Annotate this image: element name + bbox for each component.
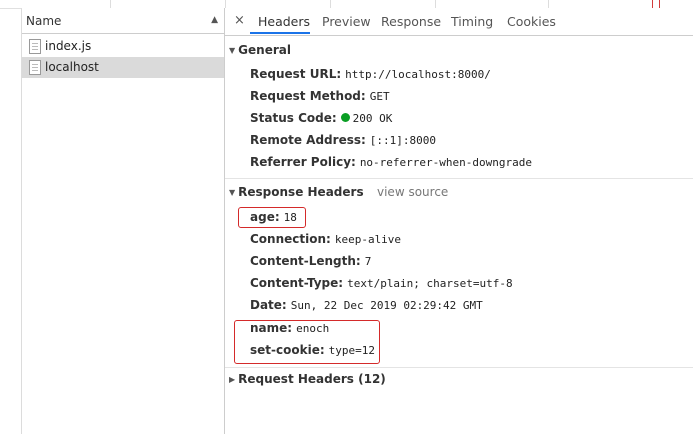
name-column-label: Name	[26, 14, 62, 28]
response-headers-title: Response Headers	[238, 185, 364, 199]
response-header-name: name: enoch	[250, 321, 329, 335]
header-value: 7	[364, 255, 372, 268]
response-header-set-cookie: set-cookie: type=12	[250, 343, 375, 357]
request-headers-title: Request Headers (12)	[238, 372, 386, 386]
tab-preview[interactable]: Preview	[322, 14, 371, 29]
header-value: 200 OK	[352, 112, 393, 125]
header-key: Request Method:	[250, 89, 366, 103]
header-key: set-cookie:	[250, 343, 325, 357]
response-headers-section-toggle[interactable]: ▼ Response Headers view source	[229, 185, 489, 199]
section-divider	[225, 367, 693, 368]
request-method-row: Request Method: GET	[250, 89, 390, 103]
request-url-row: Request URL: http://localhost:8000/	[250, 67, 491, 81]
request-headers-section-toggle[interactable]: ▶ Request Headers (12)	[229, 372, 386, 386]
response-header-date: Date: Sun, 22 Dec 2019 02:29:42 GMT	[250, 298, 483, 312]
header-key: Connection:	[250, 232, 331, 246]
header-value: [::1]:8000	[369, 134, 437, 147]
section-divider	[225, 178, 693, 179]
request-item-label: index.js	[45, 39, 92, 53]
header-key: Referrer Policy:	[250, 155, 356, 169]
remote-address-row: Remote Address: [::1]:8000	[250, 133, 436, 147]
header-value: Sun, 22 Dec 2019 02:29:42 GMT	[290, 299, 483, 312]
status-ok-icon	[340, 113, 350, 122]
view-source-link[interactable]: view source	[377, 185, 448, 199]
referrer-policy-row: Referrer Policy: no-referrer-when-downgra…	[250, 155, 532, 169]
header-value: text/plain; charset=utf-8	[347, 277, 513, 290]
header-key: Status Code:	[250, 111, 337, 125]
request-item-label: localhost	[45, 60, 99, 74]
header-key: Remote Address:	[250, 133, 366, 147]
header-key: Date:	[250, 298, 287, 312]
detail-tab-bar: × Headers Preview Response Timing Cookie…	[225, 8, 693, 36]
header-value: no-referrer-when-downgrade	[359, 156, 532, 169]
file-icon	[29, 39, 41, 54]
tab-headers[interactable]: Headers	[258, 14, 310, 29]
header-value: http://localhost:8000/	[345, 68, 491, 81]
general-section-toggle[interactable]: ▼ General	[229, 43, 291, 57]
header-key: Request URL:	[250, 67, 342, 81]
close-icon[interactable]: ×	[234, 13, 245, 28]
active-tab-indicator	[250, 32, 310, 34]
response-header-connection: Connection: keep-alive	[250, 232, 401, 246]
response-header-content-length: Content-Length: 7	[250, 254, 371, 268]
response-header-age: age: 18	[250, 210, 297, 224]
request-item-index-js[interactable]: index.js	[22, 36, 224, 57]
header-value: GET	[369, 90, 390, 103]
tab-cookies[interactable]: Cookies	[507, 14, 556, 29]
status-code-row: Status Code: 200 OK	[250, 111, 392, 125]
name-panel: Name ▲ index.js localhost	[22, 8, 225, 434]
file-icon	[29, 60, 41, 75]
general-section-title: General	[238, 43, 291, 57]
sort-ascending-icon[interactable]: ▲	[211, 15, 218, 25]
response-header-content-type: Content-Type: text/plain; charset=utf-8	[250, 276, 513, 290]
header-value: keep-alive	[334, 233, 402, 246]
name-column-header[interactable]: Name ▲	[22, 8, 224, 34]
collapse-triangle-icon: ▶	[229, 375, 236, 384]
expand-triangle-icon: ▼	[229, 188, 236, 197]
tab-timing[interactable]: Timing	[451, 14, 493, 29]
header-key: name:	[250, 321, 293, 335]
header-key: Content-Type:	[250, 276, 344, 290]
header-value: enoch	[296, 322, 330, 335]
header-value: 18	[283, 211, 297, 224]
header-key: Content-Length:	[250, 254, 361, 268]
expand-triangle-icon: ▼	[229, 46, 236, 55]
header-key: age:	[250, 210, 280, 224]
request-details-panel: × Headers Preview Response Timing Cookie…	[225, 8, 693, 434]
tab-response[interactable]: Response	[381, 14, 441, 29]
request-item-localhost[interactable]: localhost	[22, 57, 224, 78]
header-value: type=12	[328, 344, 375, 357]
